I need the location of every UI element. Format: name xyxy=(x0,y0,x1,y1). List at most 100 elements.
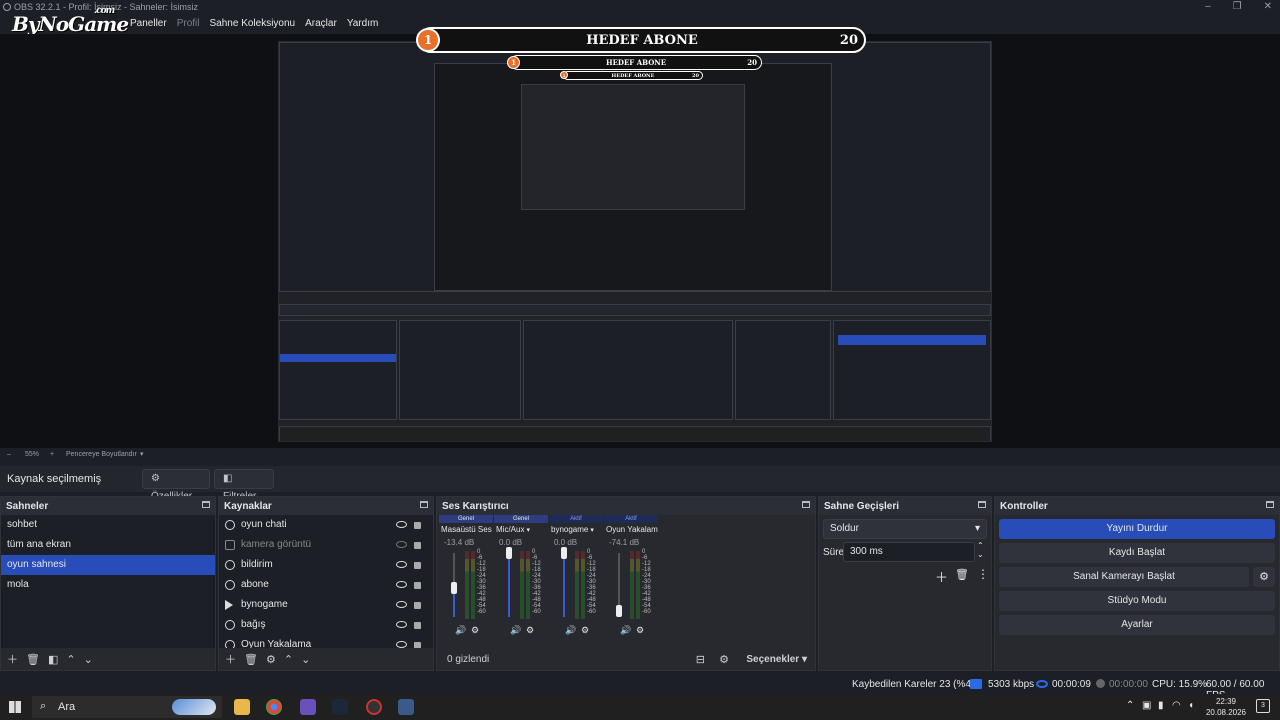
undock-icon[interactable] xyxy=(420,501,428,508)
mixer-settings-button[interactable]: ⚙ xyxy=(719,653,729,666)
virtual-camera-settings-button[interactable]: ⚙ xyxy=(1253,567,1275,587)
move-down-button[interactable]: ⌄ xyxy=(84,653,93,666)
undock-icon[interactable] xyxy=(1266,501,1274,508)
move-down-button[interactable]: ⌄ xyxy=(301,653,310,666)
lock-icon[interactable] xyxy=(414,602,421,609)
channel-name[interactable]: Mic/Aux ▾ xyxy=(494,523,548,537)
move-up-button[interactable]: ⌃ xyxy=(66,653,75,666)
source-item[interactable]: abone xyxy=(219,575,433,595)
scene-item[interactable]: sohbet xyxy=(1,515,215,535)
maximize-button[interactable]: ❐ xyxy=(1233,1,1242,12)
control-sanal-kamerayı-başlat-button[interactable]: Sanal Kamerayı Başlat xyxy=(999,567,1249,587)
undock-icon[interactable] xyxy=(978,501,986,508)
remove-scene-button[interactable]: 🗑 xyxy=(26,653,40,666)
add-source-button[interactable]: ＋ xyxy=(225,651,236,667)
scene-item[interactable]: tüm ana ekran xyxy=(1,535,215,555)
channel-name[interactable]: bynogame ▾ xyxy=(549,523,603,537)
menu-araçlar[interactable]: Araçlar xyxy=(305,18,337,29)
source-item[interactable]: bağış xyxy=(219,615,433,635)
zoom-dropdown-icon[interactable]: ▾ xyxy=(140,450,144,458)
duration-input[interactable]: 300 ms xyxy=(843,542,975,562)
preview-canvas[interactable] xyxy=(278,41,992,442)
speaker-icon[interactable]: 🔊 xyxy=(565,625,576,636)
control-yayını-durdur-button[interactable]: Yayını Durdur xyxy=(999,519,1275,539)
menu-yardım[interactable]: Yardım xyxy=(347,18,379,29)
speaker-icon[interactable]: 🔊 xyxy=(455,625,466,636)
scene-item[interactable]: mola xyxy=(1,575,215,595)
lock-icon[interactable] xyxy=(414,542,421,549)
tray-chevron-icon[interactable]: ⌃ xyxy=(1126,700,1134,711)
source-item[interactable]: bynogame xyxy=(219,595,433,615)
menu-sahne-koleksiyonu[interactable]: Sahne Koleksiyonu xyxy=(210,18,296,29)
menu-profil[interactable]: Profil xyxy=(177,18,200,29)
speaker-icon[interactable]: 🔊 xyxy=(620,625,631,636)
visibility-eye-icon[interactable] xyxy=(396,641,407,648)
properties-button[interactable]: ⚙ Özellikler xyxy=(142,469,210,502)
obs-icon[interactable] xyxy=(366,699,382,715)
filters-button[interactable]: ◧ Filtreler xyxy=(214,469,274,502)
scene-filters-button[interactable]: ◧ xyxy=(48,653,58,666)
move-up-button[interactable]: ⌃ xyxy=(284,653,293,666)
add-scene-button[interactable]: ＋ xyxy=(7,651,18,667)
close-button[interactable]: ✕ xyxy=(1264,1,1272,12)
visibility-eye-icon[interactable] xyxy=(396,621,407,628)
channel-settings-icon[interactable]: ⚙ xyxy=(581,625,589,636)
speaker-icon[interactable]: 🔊 xyxy=(510,625,521,636)
chrome-icon[interactable] xyxy=(266,699,282,715)
source-properties-button[interactable]: ⚙ xyxy=(266,653,276,666)
channel-settings-icon[interactable]: ⚙ xyxy=(471,625,479,636)
preview-area[interactable]: 1 HEDEF ABONE 20 1 HEDEF ABONE 20 1 HEDE… xyxy=(0,27,1280,448)
minimize-button[interactable]: – xyxy=(1205,1,1211,12)
source-item[interactable]: bildirim xyxy=(219,555,433,575)
windows-start-icon[interactable] xyxy=(9,701,21,713)
control-kaydı-başlat-button[interactable]: Kaydı Başlat xyxy=(999,543,1275,563)
taskbar-clock[interactable]: 22:39 20.08.2026 xyxy=(1206,696,1246,718)
taskbar-search[interactable]: ⌕ Ara xyxy=(32,696,222,718)
usb-icon[interactable]: ▮ xyxy=(1158,700,1164,711)
source-item[interactable]: Oyun Yakalama xyxy=(219,635,433,648)
remove-source-button[interactable]: 🗑 xyxy=(244,653,258,666)
channel-name[interactable]: Masaüstü Ses▾ xyxy=(439,523,493,537)
channel-name[interactable]: Oyun Yakalama▾ xyxy=(604,523,658,537)
visibility-eye-icon[interactable] xyxy=(396,541,407,548)
duration-stepper[interactable]: ⌃ ⌄ xyxy=(977,541,984,559)
lock-icon[interactable] xyxy=(414,582,421,589)
menu-paneller[interactable]: Paneller xyxy=(130,18,167,29)
mixer-layout-button[interactable]: ⊟ xyxy=(696,653,705,666)
visibility-eye-icon[interactable] xyxy=(396,601,407,608)
lock-icon[interactable] xyxy=(414,562,421,569)
undock-icon[interactable] xyxy=(202,501,210,508)
lock-icon[interactable] xyxy=(414,622,421,629)
visibility-eye-icon[interactable] xyxy=(396,561,407,568)
control-stüdyo-modu-button[interactable]: Stüdyo Modu xyxy=(999,591,1275,611)
source-item[interactable]: kamera görüntü xyxy=(219,535,433,555)
volume-fader-knob[interactable] xyxy=(506,547,512,559)
steam-icon[interactable] xyxy=(332,699,348,715)
volume-icon[interactable]: ◖ xyxy=(1188,700,1194,711)
channel-settings-icon[interactable]: ⚙ xyxy=(636,625,644,636)
tray-app-icon[interactable]: ▣ xyxy=(1142,700,1151,711)
volume-fader-knob[interactable] xyxy=(451,582,457,594)
transition-menu-button[interactable]: ⋮ xyxy=(977,567,989,581)
volume-fader-knob[interactable] xyxy=(616,605,622,617)
transition-select[interactable]: Soldur ▾ xyxy=(823,519,987,539)
visibility-eye-icon[interactable] xyxy=(396,581,407,588)
zoom-mode[interactable]: Pencereye Boyutlandır xyxy=(66,451,137,458)
notification-icon[interactable]: 3 xyxy=(1256,699,1270,713)
visibility-eye-icon[interactable] xyxy=(396,521,407,528)
zoom-in-button[interactable]: + xyxy=(50,451,54,458)
add-transition-button[interactable]: ＋ xyxy=(935,567,948,586)
mixer-options-button[interactable]: Seçenekler ▾ xyxy=(746,654,807,665)
source-item[interactable]: oyun chati xyxy=(219,515,433,535)
file-explorer-icon[interactable] xyxy=(234,699,250,715)
control-ayarlar-button[interactable]: Ayarlar xyxy=(999,615,1275,635)
scene-item[interactable]: oyun sahnesi xyxy=(1,555,215,575)
app-icon[interactable] xyxy=(398,699,414,715)
zoom-out-button[interactable]: – xyxy=(7,451,11,458)
wifi-icon[interactable]: ◠ xyxy=(1172,700,1181,711)
remove-transition-button[interactable]: 🗑 xyxy=(955,568,969,581)
lock-icon[interactable] xyxy=(414,522,421,529)
channel-settings-icon[interactable]: ⚙ xyxy=(526,625,534,636)
volume-fader-knob[interactable] xyxy=(561,547,567,559)
discord-icon[interactable] xyxy=(300,699,316,715)
